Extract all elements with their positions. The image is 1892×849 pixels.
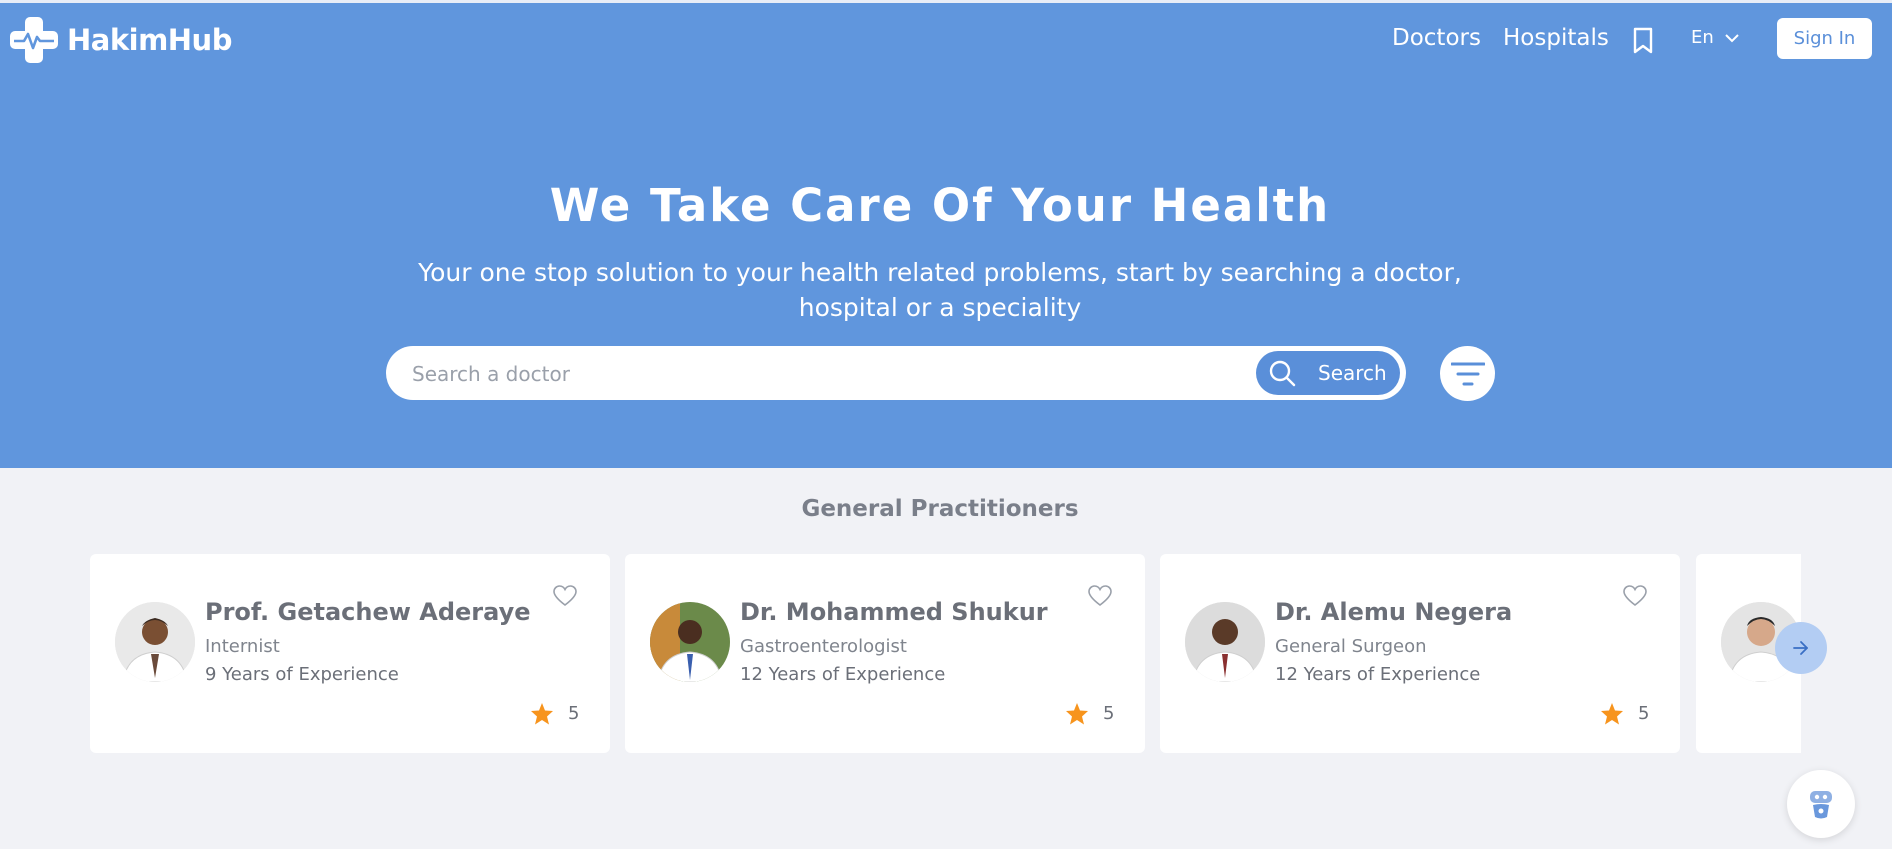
chatbot-button[interactable] bbox=[1787, 770, 1855, 838]
doctor-card[interactable]: Dr. Mohammed Shukur Gastroenterologist 1… bbox=[625, 554, 1145, 753]
doctor-card[interactable]: Dr. Alemu Negera General Surgeon 12 Year… bbox=[1160, 554, 1680, 753]
doctor-name[interactable]: Dr. Alemu Negera bbox=[1275, 598, 1512, 626]
hero-title: We Take Care Of Your Health bbox=[549, 179, 1331, 232]
doctor-specialty: Gastroenterologist bbox=[740, 636, 907, 657]
doctor-experience: 12 Years of Experience bbox=[740, 664, 946, 685]
filter-icon bbox=[1450, 362, 1485, 385]
search-bar: Search bbox=[386, 346, 1406, 402]
doctor-experience: 9 Years of Experience bbox=[205, 664, 399, 685]
arrow-right-icon bbox=[1793, 641, 1808, 655]
doctor-name[interactable]: Prof. Getachew Aderaye bbox=[205, 598, 531, 626]
rating-value: 5 bbox=[1103, 703, 1115, 724]
doctor-avatar bbox=[650, 602, 730, 682]
search-button[interactable]: Search bbox=[1256, 351, 1400, 395]
medical-cross-icon bbox=[10, 17, 58, 63]
doctor-avatar bbox=[1185, 602, 1265, 682]
hero-subtitle: Your one stop solution to your health re… bbox=[418, 258, 1462, 322]
star-icon bbox=[1601, 703, 1623, 725]
doctor-rating: 5 bbox=[1065, 702, 1114, 725]
hero-section: HakimHub Doctors Hospitals En Sign In We… bbox=[0, 3, 1892, 468]
nav-doctors-link[interactable]: Doctors bbox=[1392, 25, 1481, 51]
rating-value: 5 bbox=[1638, 703, 1650, 724]
heart-icon[interactable] bbox=[552, 584, 578, 608]
doctor-avatar bbox=[115, 602, 195, 682]
search-icon bbox=[1269, 360, 1296, 387]
language-label: En bbox=[1691, 27, 1714, 48]
doctor-name[interactable]: Dr. Mohammed Shukur bbox=[740, 598, 1048, 626]
section-title: General Practitioners bbox=[801, 496, 1079, 522]
nav-hospitals-link[interactable]: Hospitals bbox=[1503, 25, 1609, 51]
heart-icon[interactable] bbox=[1087, 584, 1113, 608]
carousel-next-button[interactable] bbox=[1775, 622, 1827, 674]
language-selector[interactable]: En bbox=[1691, 27, 1740, 48]
star-icon bbox=[1066, 703, 1088, 725]
sign-in-button[interactable]: Sign In bbox=[1777, 18, 1872, 59]
robot-icon bbox=[1810, 791, 1832, 819]
search-input[interactable] bbox=[410, 346, 1214, 402]
doctor-rating: 5 bbox=[530, 702, 579, 725]
doctor-rating: 5 bbox=[1600, 702, 1649, 725]
search-button-label: Search bbox=[1318, 361, 1387, 385]
doctor-experience: 12 Years of Experience bbox=[1275, 664, 1481, 685]
filter-button[interactable] bbox=[1440, 346, 1495, 401]
brand-name: HakimHub bbox=[67, 23, 232, 57]
rating-value: 5 bbox=[568, 703, 580, 724]
doctor-specialty: Internist bbox=[205, 636, 280, 657]
chevron-down-icon bbox=[1725, 33, 1739, 42]
heart-icon[interactable] bbox=[1622, 584, 1648, 608]
doctor-specialty: General Surgeon bbox=[1275, 636, 1427, 657]
brand-logo[interactable]: HakimHub bbox=[10, 17, 232, 63]
bookmark-icon[interactable] bbox=[1632, 27, 1654, 55]
doctor-card[interactable]: Prof. Getachew Aderaye Internist 9 Years… bbox=[90, 554, 610, 753]
star-icon bbox=[531, 703, 553, 725]
